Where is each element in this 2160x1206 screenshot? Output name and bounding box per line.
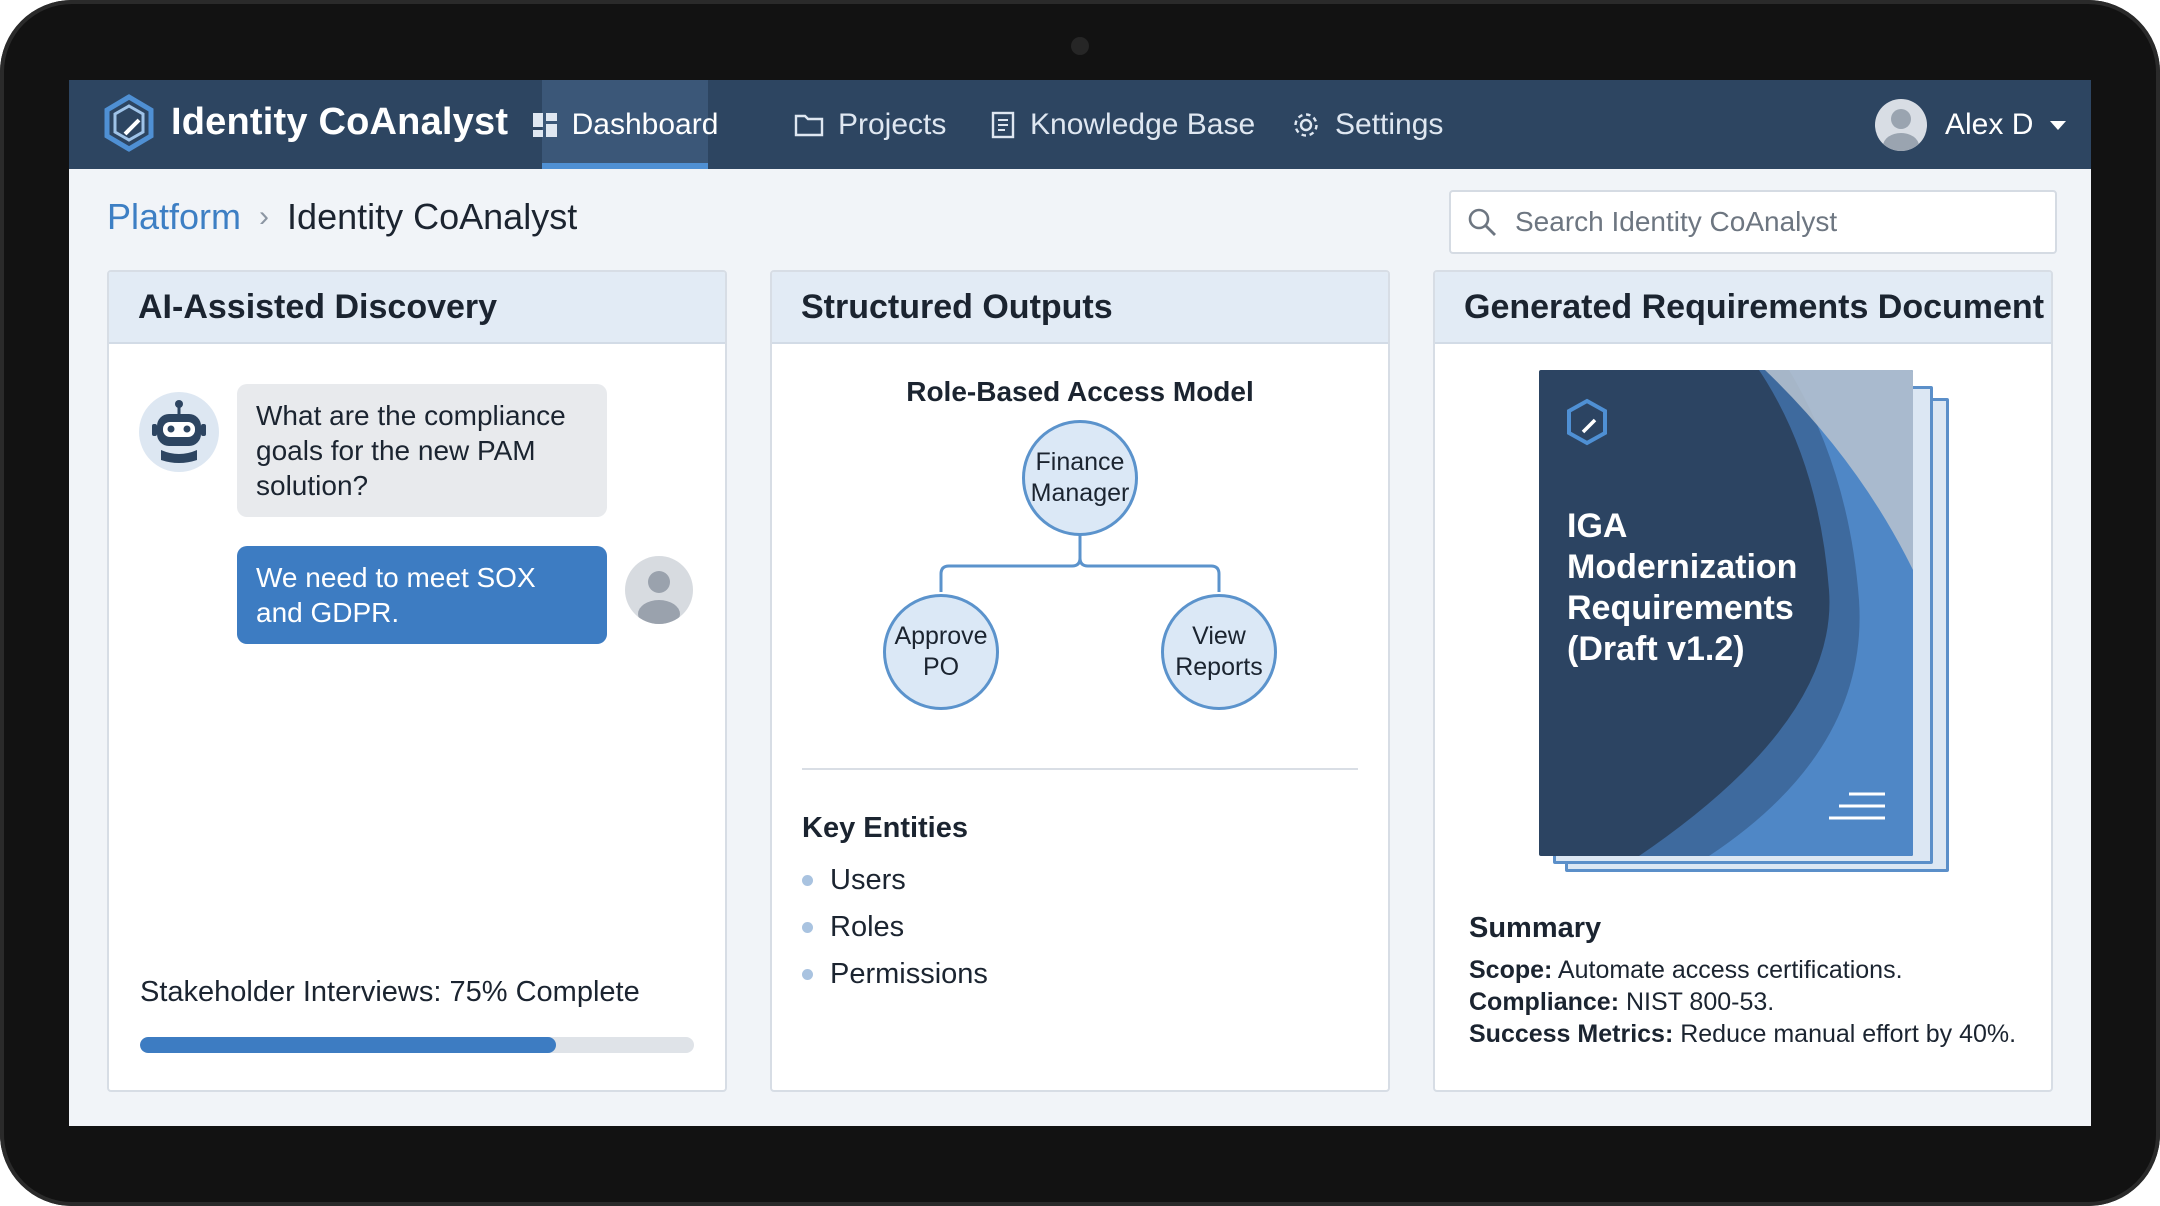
requirements-document-panel: Generated Requirements Document IGA Mode… bbox=[1433, 270, 2053, 1092]
nav-label-dashboard: Dashboard bbox=[571, 107, 719, 141]
model-node-approve-po[interactable]: Approve PO bbox=[883, 594, 999, 710]
section-divider bbox=[802, 768, 1358, 770]
bullet-icon bbox=[802, 969, 813, 980]
nav-tab-knowledge-base[interactable]: Knowledge Base bbox=[990, 80, 1255, 169]
cover-logo-icon bbox=[1567, 398, 1607, 446]
nav-tab-settings[interactable]: Settings bbox=[1291, 80, 1443, 169]
chevron-down-icon bbox=[2049, 119, 2067, 131]
nav-tab-dashboard[interactable]: Dashboard bbox=[532, 80, 718, 169]
cover-lines-icon bbox=[1829, 792, 1885, 820]
user-menu[interactable]: Alex D bbox=[1875, 80, 2067, 169]
list-item: Roles bbox=[802, 911, 904, 944]
document-preview[interactable]: IGA Modernization Requirements (Draft v1… bbox=[1539, 370, 1951, 872]
entities-title: Key Entities bbox=[802, 812, 968, 844]
bot-message: What are the compliance goals for the ne… bbox=[237, 384, 607, 517]
summary-key: Compliance: bbox=[1469, 988, 1620, 1016]
breadcrumb: Platform › Identity CoAnalyst bbox=[107, 196, 577, 238]
robot-icon bbox=[139, 392, 219, 472]
structured-outputs-panel: Structured Outputs Role-Based Access Mod… bbox=[770, 270, 1390, 1092]
list-item: Users bbox=[802, 864, 906, 897]
user-avatar-icon bbox=[625, 556, 693, 624]
nav-tab-projects[interactable]: Projects bbox=[794, 80, 946, 169]
chevron-right-icon: › bbox=[259, 200, 270, 233]
tablet-bezel: Identity CoAnalyst Dashboard Projects Kn… bbox=[0, 0, 2160, 1206]
nav-label-settings: Settings bbox=[1335, 107, 1444, 141]
model-node-approve-po-label: Approve PO bbox=[894, 622, 988, 681]
progress-bar bbox=[140, 1037, 694, 1053]
discovery-panel: AI-Assisted Discovery What are the compl… bbox=[107, 270, 727, 1092]
gear-icon bbox=[1291, 110, 1321, 140]
folder-icon bbox=[794, 112, 824, 138]
summary-title: Summary bbox=[1469, 912, 1602, 944]
progress-label: Stakeholder Interviews: 75% Complete bbox=[140, 976, 640, 1008]
model-node-view-reports[interactable]: View Reports bbox=[1161, 594, 1277, 710]
summary-key: Scope: bbox=[1469, 956, 1553, 984]
avatar bbox=[1875, 98, 1927, 151]
dashboard-grid-icon bbox=[532, 112, 558, 138]
model-node-root-label: Finance Manager bbox=[1030, 448, 1130, 507]
nav-label-projects: Projects bbox=[838, 107, 947, 141]
summary-line-compliance: Compliance: NIST 800-53. bbox=[1469, 988, 1774, 1017]
list-item: Permissions bbox=[802, 958, 988, 991]
summary-line-metrics: Success Metrics: Reduce manual effort by… bbox=[1469, 1020, 2016, 1049]
summary-value: Reduce manual effort by 40%. bbox=[1673, 1020, 2017, 1048]
progress-fill bbox=[140, 1037, 556, 1053]
cover-title: IGA Modernization Requirements (Draft v1… bbox=[1567, 507, 1798, 668]
app-screen: Identity CoAnalyst Dashboard Projects Kn… bbox=[69, 80, 2091, 1126]
camera-dot bbox=[1071, 37, 1089, 55]
document-panel-title: Generated Requirements Document bbox=[1435, 272, 2051, 344]
top-navbar: Identity CoAnalyst Dashboard Projects Kn… bbox=[69, 80, 2091, 169]
app-logo-icon bbox=[104, 94, 154, 152]
breadcrumb-current: Identity CoAnalyst bbox=[287, 196, 578, 237]
breadcrumb-link-platform[interactable]: Platform bbox=[107, 196, 241, 238]
app-title[interactable]: Identity CoAnalyst bbox=[171, 101, 508, 144]
model-node-root[interactable]: Finance Manager bbox=[1022, 420, 1138, 536]
bullet-icon bbox=[802, 875, 813, 886]
entity-label: Users bbox=[830, 864, 906, 896]
document-cover: IGA Modernization Requirements (Draft v1… bbox=[1539, 370, 1913, 856]
user-name: Alex D bbox=[1945, 107, 2034, 141]
summary-value: Automate access certifications. bbox=[1552, 956, 1903, 984]
book-icon bbox=[990, 111, 1016, 139]
entity-label: Roles bbox=[830, 911, 905, 943]
nav-label-knowledge-base: Knowledge Base bbox=[1030, 107, 1256, 141]
summary-line-scope: Scope: Automate access certifications. bbox=[1469, 956, 1903, 985]
model-node-view-reports-label: View Reports bbox=[1175, 622, 1263, 681]
search-input[interactable] bbox=[1513, 205, 2037, 239]
search-box[interactable] bbox=[1449, 190, 2057, 254]
entity-label: Permissions bbox=[830, 958, 988, 990]
search-icon bbox=[1467, 207, 1497, 237]
summary-value: NIST 800-53. bbox=[1619, 988, 1775, 1016]
discovery-panel-title: AI-Assisted Discovery bbox=[109, 272, 725, 344]
user-message: We need to meet SOX and GDPR. bbox=[237, 546, 607, 644]
bullet-icon bbox=[802, 922, 813, 933]
summary-key: Success Metrics: bbox=[1469, 1020, 1674, 1048]
